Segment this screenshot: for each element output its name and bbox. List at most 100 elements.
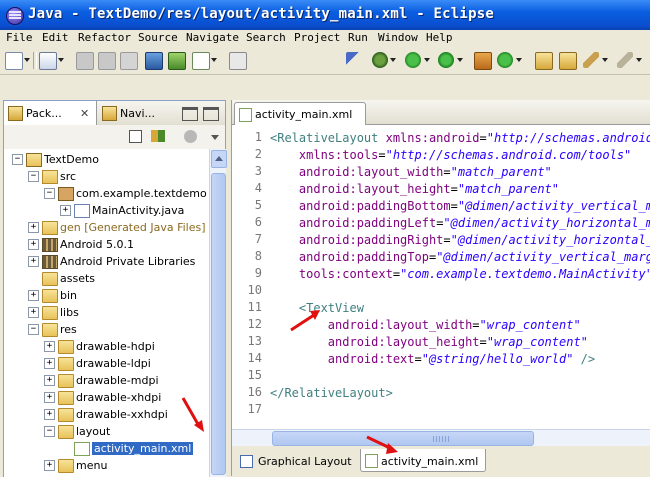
tree-item-menu[interactable]: + menu	[4, 457, 209, 474]
new-class-icon[interactable]	[497, 52, 513, 68]
new-project-dropdown-icon[interactable]	[58, 58, 64, 62]
new-class-dropdown-icon[interactable]	[516, 58, 522, 62]
tree-item-res[interactable]: − res	[4, 321, 209, 338]
minimize-icon[interactable]	[182, 107, 198, 121]
menu-search[interactable]: Search	[246, 31, 286, 44]
code-line[interactable]: android:paddingLeft="@dimen/activity_hor…	[270, 215, 650, 232]
tree-item-package[interactable]: − com.example.textdemo	[4, 185, 209, 202]
print-icon[interactable]	[120, 52, 138, 70]
link-with-editor-icon[interactable]	[151, 130, 165, 142]
vertical-scrollbar[interactable]	[209, 149, 227, 477]
code-line[interactable]: android:layout_height="wrap_content"	[270, 334, 588, 351]
expand-icon[interactable]: +	[28, 239, 39, 250]
code-line[interactable]: <RelativeLayout xmlns:android="http://sc…	[270, 130, 650, 147]
expand-icon[interactable]: +	[44, 375, 55, 386]
tree-item-src[interactable]: − src	[4, 168, 209, 185]
tree-item-mainactivity[interactable]: + MainActivity.java	[4, 202, 209, 219]
scrollbar-thumb[interactable]	[211, 173, 226, 475]
external-tools-icon[interactable]	[438, 52, 454, 68]
debug-dropdown-icon[interactable]	[390, 58, 396, 62]
new-project-icon[interactable]	[39, 52, 57, 70]
horizontal-scrollbar[interactable]	[232, 429, 650, 446]
expand-icon[interactable]: +	[28, 290, 39, 301]
expand-icon[interactable]: +	[44, 341, 55, 352]
tree-item-drawable-hdpi[interactable]: + drawable-hdpi	[4, 338, 209, 355]
maximize-icon[interactable]	[203, 107, 219, 121]
external-tools-dropdown-icon[interactable]	[457, 58, 463, 62]
tree-item-drawable-mdpi[interactable]: + drawable-mdpi	[4, 372, 209, 389]
code-line[interactable]: tools:context="com.example.textdemo.Main…	[270, 266, 650, 283]
code-line[interactable]: android:paddingTop="@dimen/activity_vert…	[270, 249, 650, 266]
menu-edit[interactable]: Edit	[42, 31, 69, 44]
tree-item-activity-main-xml[interactable]: activity_main.xml	[4, 440, 209, 457]
collapse-icon[interactable]: −	[12, 154, 23, 165]
collapse-icon[interactable]: −	[28, 324, 39, 335]
close-icon[interactable]: ✕	[80, 107, 89, 120]
run-dropdown-icon[interactable]	[424, 58, 430, 62]
menu-run[interactable]: Run	[348, 31, 368, 44]
expand-icon[interactable]: +	[60, 205, 71, 216]
expand-icon[interactable]: +	[44, 409, 55, 420]
save-icon[interactable]	[76, 52, 94, 70]
view-menu-icon[interactable]	[211, 135, 219, 140]
expand-icon[interactable]: +	[28, 307, 39, 318]
tree-item-gen[interactable]: + gen [Generated Java Files]	[4, 219, 209, 236]
expand-icon[interactable]: +	[28, 222, 39, 233]
skip-breakpoints-icon[interactable]	[346, 52, 362, 68]
tree-item-libs[interactable]: + libs	[4, 304, 209, 321]
collapse-icon[interactable]: −	[44, 188, 55, 199]
collapse-all-icon[interactable]	[129, 130, 142, 143]
new-icon[interactable]	[5, 52, 23, 70]
annotation-icon[interactable]	[617, 52, 633, 68]
code-line[interactable]: android:paddingBottom="@dimen/activity_v…	[270, 198, 650, 215]
menu-navigate[interactable]: Navigate	[186, 31, 239, 44]
tab-navigator[interactable]: Navi...	[98, 101, 178, 125]
new-android-file-icon[interactable]	[229, 52, 247, 70]
menu-window[interactable]: Window	[378, 31, 418, 44]
collapse-icon[interactable]: −	[44, 426, 55, 437]
collapse-icon[interactable]: −	[28, 171, 39, 182]
menu-source[interactable]: Source	[138, 31, 178, 44]
tree-item-android-5[interactable]: + Android 5.0.1	[4, 236, 209, 253]
focus-task-icon[interactable]	[184, 130, 197, 143]
code-line[interactable]: android:paddingRight="@dimen/activity_ho…	[270, 232, 650, 249]
tree-item-drawable-ldpi[interactable]: + drawable-ldpi	[4, 355, 209, 372]
tree-item-assets[interactable]: assets	[4, 270, 209, 287]
debug-icon[interactable]	[372, 52, 388, 68]
avd-manager-icon[interactable]	[168, 52, 186, 70]
menu-help[interactable]: Help	[426, 31, 453, 44]
expand-icon[interactable]: +	[28, 256, 39, 267]
save-all-icon[interactable]	[98, 52, 116, 70]
code-line[interactable]: </RelativeLayout>	[270, 385, 393, 402]
code-area[interactable]: <RelativeLayout xmlns:android="http://sc…	[270, 126, 650, 426]
code-line[interactable]: android:layout_height="match_parent"	[270, 181, 559, 198]
open-type-icon[interactable]	[535, 52, 553, 70]
tree-item-textdemo[interactable]: − TextDemo	[4, 151, 209, 168]
tree-item-drawable-xxhdpi[interactable]: + drawable-xxhdpi	[4, 406, 209, 423]
tab-activity-main-xml[interactable]: activity_main.xml	[234, 102, 366, 125]
open-task-icon[interactable]	[559, 52, 577, 70]
tree-item-private-libs[interactable]: + Android Private Libraries	[4, 253, 209, 270]
scrollbar-thumb[interactable]	[272, 431, 534, 446]
tree-item-bin[interactable]: + bin	[4, 287, 209, 304]
lint-icon[interactable]	[192, 52, 210, 70]
code-line[interactable]: android:layout_width="match_parent"	[270, 164, 552, 181]
code-line[interactable]: xmlns:tools="http://schemas.android.com/…	[270, 147, 631, 164]
lint-dropdown-icon[interactable]	[211, 58, 217, 62]
tab-graphical-layout[interactable]: Graphical Layout	[236, 449, 354, 471]
new-dropdown-icon[interactable]	[24, 58, 30, 62]
tab-package-explorer[interactable]: Pack... ✕	[4, 101, 97, 125]
menu-project[interactable]: Project	[294, 31, 340, 44]
sdk-manager-icon[interactable]	[145, 52, 163, 70]
scroll-up-arrow-icon[interactable]	[211, 150, 227, 168]
tree-item-drawable-xhdpi[interactable]: + drawable-xhdpi	[4, 389, 209, 406]
expand-icon[interactable]: +	[44, 392, 55, 403]
code-line[interactable]: android:text="@string/hello_world" />	[270, 351, 595, 368]
run-icon[interactable]	[405, 52, 421, 68]
search-dropdown-icon[interactable]	[602, 58, 608, 62]
expand-icon[interactable]: +	[44, 358, 55, 369]
menu-file[interactable]: File	[6, 31, 33, 44]
menu-refactor[interactable]: Refactor	[78, 31, 131, 44]
annotation-dropdown-icon[interactable]	[636, 58, 642, 62]
new-java-package-icon[interactable]	[474, 52, 492, 70]
